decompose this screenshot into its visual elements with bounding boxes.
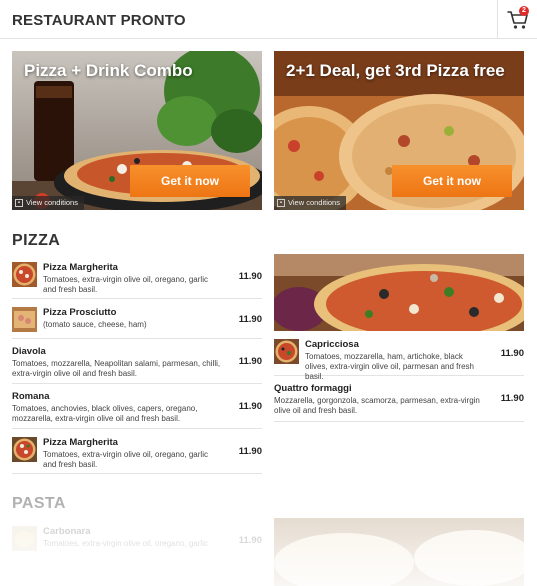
item-name: Diavola [12, 346, 46, 357]
item-name: Carbonara [43, 526, 91, 537]
view-conditions-label: View conditions [288, 198, 340, 207]
menu-item[interactable]: Pizza Margherita Tomatoes, extra-virgin … [12, 429, 262, 474]
promo-title: 2+1 Deal, get 3rd Pizza free [286, 61, 505, 80]
cart-button[interactable]: 2 [497, 0, 537, 38]
promo-banner-deal[interactable]: 2+1 Deal, get 3rd Pizza free Get it now … [274, 51, 524, 210]
promo-banner-combo[interactable]: Pizza + Drink Combo Get it now ▪ View co… [12, 51, 262, 210]
item-description: Tomatoes, mozzarella, Neapolitan salami,… [12, 359, 221, 378]
pizza-thumbnail [12, 307, 37, 332]
brand-title[interactable]: RESTAURANT PRONTO [12, 12, 186, 29]
capricciosa-photo [274, 254, 524, 331]
item-description: Tomatoes, extra-virgin olive oil, oregan… [43, 275, 208, 294]
top-bar: RESTAURANT PRONTO 2 [0, 0, 537, 39]
cart-count-badge: 2 [519, 6, 529, 16]
item-price: 11.90 [500, 393, 524, 404]
pizza-thumbnail [12, 437, 37, 462]
item-name: Romana [12, 391, 50, 402]
info-icon: ▪ [15, 199, 23, 207]
item-price: 11.90 [238, 271, 262, 282]
menu-item[interactable]: Quattro formaggi Mozzarella, gorgonzola,… [274, 376, 524, 422]
item-name: Pizza Margherita [43, 437, 118, 448]
item-price: 11.90 [238, 401, 262, 412]
get-it-now-button[interactable]: Get it now [392, 165, 512, 197]
item-price: 11.90 [238, 535, 262, 546]
item-description: Tomatoes, extra-virgin olive oil, oregan… [43, 450, 208, 469]
info-icon: ▪ [277, 199, 285, 207]
item-name: Quattro formaggi [274, 383, 352, 394]
pizza-thumbnail [12, 262, 37, 287]
pizza-thumbnail [274, 339, 299, 364]
item-price: 11.90 [238, 356, 262, 367]
menu-item[interactable]: Diavola Tomatoes, mozzarella, Neapolitan… [12, 339, 262, 384]
view-conditions-link[interactable]: ▪ View conditions [274, 196, 346, 210]
item-name: Pizza Prosciutto [43, 307, 117, 318]
get-it-now-button[interactable]: Get it now [130, 165, 250, 197]
menu-item[interactable]: Pizza Margherita Tomatoes, extra-virgin … [12, 254, 262, 299]
pasta-menu-left: Carbonara Tomatoes, extra-virgin olive o… [12, 518, 262, 563]
view-conditions-link[interactable]: ▪ View conditions [12, 196, 84, 210]
item-description: Mozzarella, gorgonzola, scamorza, parmes… [274, 396, 480, 415]
menu-item[interactable]: Capricciosa Tomatoes, mozzarella, ham, a… [274, 331, 524, 381]
menu-item[interactable]: Romana Tomatoes, anchovies, black olives… [12, 384, 262, 429]
pizza-menu-right: Capricciosa Tomatoes, mozzarella, ham, a… [274, 331, 524, 422]
view-conditions-label: View conditions [26, 198, 78, 207]
item-price: 11.90 [238, 314, 262, 325]
item-name: Pizza Margherita [43, 262, 118, 273]
item-price: 11.90 [500, 348, 524, 359]
section-title-pasta: PASTA [12, 495, 66, 512]
pasta-photo [274, 518, 524, 586]
pizza-menu-left: Pizza Margherita Tomatoes, extra-virgin … [12, 254, 262, 474]
menu-item[interactable]: Carbonara Tomatoes, extra-virgin olive o… [12, 518, 262, 563]
item-description: Tomatoes, extra-virgin olive oil, oregan… [43, 539, 208, 548]
item-name: Capricciosa [305, 339, 359, 350]
menu-item[interactable]: Pizza Prosciutto (tomato sauce, cheese, … [12, 299, 262, 339]
section-title-pizza: PIZZA [12, 232, 61, 249]
item-description: Tomatoes, anchovies, black olives, caper… [12, 404, 198, 423]
promo-title: Pizza + Drink Combo [24, 61, 193, 80]
item-price: 11.90 [238, 446, 262, 457]
pasta-thumbnail [12, 526, 37, 551]
item-description: (tomato sauce, cheese, ham) [43, 320, 147, 329]
